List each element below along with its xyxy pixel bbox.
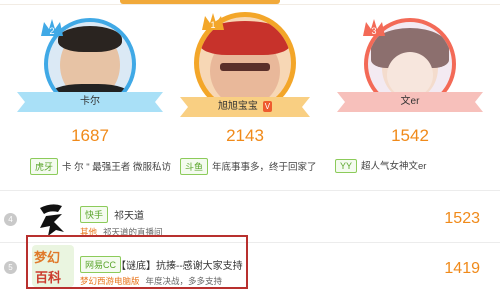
popularity-score: 1687 <box>71 126 109 145</box>
verified-badge-icon: V <box>262 101 273 112</box>
name-ribbon: 文er <box>337 92 483 112</box>
streamer-thumbnail[interactable] <box>32 198 74 240</box>
popularity-score: 2143 <box>226 126 264 145</box>
podium-rank-3[interactable]: 3 文er 1542 <box>335 10 485 170</box>
podium-rank-1-desc[interactable]: 斗鱼 年底事事多，终于回家了 <box>180 158 317 175</box>
streamer-name[interactable]: 旭旭宝宝 <box>218 101 258 112</box>
streamer-name[interactable]: 文er <box>401 96 420 107</box>
stream-title[interactable]: 卡 尔 " 最强王者 微服私访 <box>62 162 171 173</box>
divider <box>0 190 500 191</box>
stream-title[interactable]: 祁天道 <box>114 207 144 222</box>
name-ribbon: 卡尔 <box>17 92 163 112</box>
svg-text:2: 2 <box>49 26 54 36</box>
stream-title[interactable]: 超人气女神文er <box>361 161 426 172</box>
platform-tag: YY <box>335 159 358 173</box>
rank-badge: 4 <box>4 213 17 226</box>
list-item[interactable]: 4 快手 祁天道 其他 祁天道的直播间 1523 <box>0 196 500 240</box>
highlight-box <box>26 235 248 289</box>
crown-rank-3-icon: 3 <box>361 16 387 42</box>
popularity-score: 1523 <box>444 210 480 227</box>
platform-tag: 快手 <box>80 206 109 223</box>
svg-text:1: 1 <box>210 20 215 30</box>
popularity-score: 1542 <box>391 126 429 145</box>
name-ribbon: 旭旭宝宝 V <box>180 97 310 117</box>
stream-title[interactable]: 年底事事多，终于回家了 <box>212 162 317 173</box>
popularity-score: 1419 <box>444 260 480 277</box>
podium-rank-3-desc[interactable]: YY 超人气女神文er <box>335 158 426 173</box>
rank-badge: 5 <box>4 261 17 274</box>
tab-divider <box>0 4 500 5</box>
podium-rank-2[interactable]: 2 卡尔 1687 <box>15 10 165 170</box>
crown-rank-2-icon: 2 <box>39 16 65 42</box>
crown-rank-1-icon: 1 <box>200 10 226 36</box>
podium-rank-1[interactable]: 1 旭旭宝宝 V 2143 <box>170 10 320 170</box>
platform-tag: 虎牙 <box>30 158 59 175</box>
platform-tag: 斗鱼 <box>180 158 209 175</box>
svg-text:3: 3 <box>371 26 376 36</box>
streamer-name[interactable]: 卡尔 <box>80 96 100 107</box>
podium-rank-2-desc[interactable]: 虎牙卡 尔 " 最强王者 微服私访 <box>30 158 171 175</box>
